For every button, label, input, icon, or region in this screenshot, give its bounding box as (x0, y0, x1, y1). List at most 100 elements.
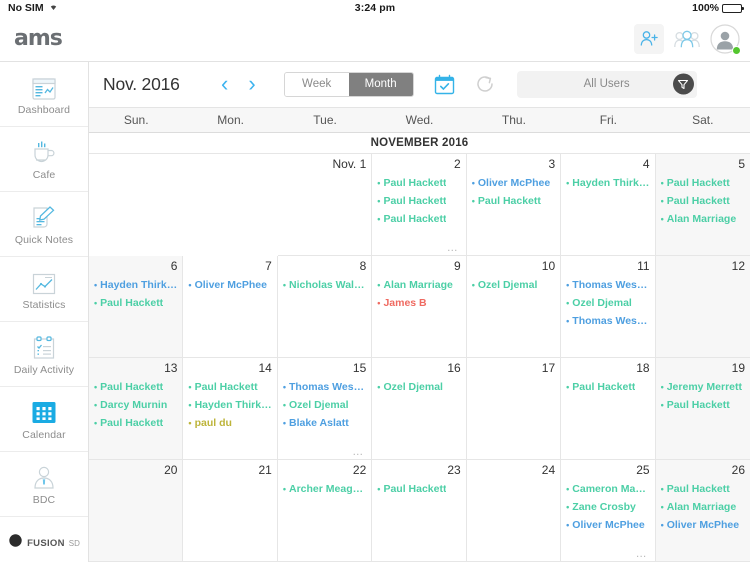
calendar-event[interactable]: •Cameron Macke... (566, 480, 649, 498)
calendar-day-cell[interactable]: 4 • Hayden Thirkell (561, 154, 656, 256)
event-bullet-icon: • (566, 484, 570, 494)
calendar-day-cell[interactable]: 20 (89, 460, 184, 562)
add-user-icon[interactable] (634, 23, 664, 54)
calendar-event[interactable]: • Paul Hackett (472, 192, 555, 210)
calendar-day-cell[interactable]: 14 • Paul Hackett • Hayden Thirkell • paul du (183, 358, 278, 460)
calendar-event[interactable]: • Alan Marriage (661, 498, 745, 516)
calendar-event[interactable]: • Alan Marriage (377, 276, 460, 294)
calendar-day-cell[interactable]: 22 • Archer Meagher (277, 460, 373, 562)
calendar-check-icon[interactable] (434, 74, 455, 95)
calendar-day-cell[interactable]: 10 • Ozel Djemal (466, 256, 562, 358)
calendar-day-cell[interactable]: 13 • Paul Hackett • Darcy Murnin • Paul Hacket… (89, 358, 184, 460)
calendar-main: Nov. 2016 ‹ › Week Month All Users Sun. … (89, 62, 750, 562)
calendar-day-cell[interactable]: 25•Cameron Macke...•Zane Crosby•Oliver M… (561, 460, 656, 562)
sidebar-item-quick-notes[interactable]: Quick Notes (0, 192, 88, 257)
calendar-event[interactable]: • James B (377, 294, 460, 312)
calendar-event[interactable]: • Ozel Djemal (566, 294, 649, 312)
calendar-event[interactable]: • Paul Hackett (661, 480, 745, 498)
user-filter-dropdown[interactable]: All Users (516, 70, 697, 98)
more-events-indicator[interactable]: … (352, 447, 364, 458)
calendar-day-cell[interactable]: 11•Thomas Westgar...•Ozel Djemal•Thomas … (561, 256, 656, 358)
calendar-event[interactable]: • Archer Meagher (283, 480, 366, 498)
more-events-indicator[interactable]: … (636, 549, 648, 560)
calendar-day-cell[interactable]: 15•Thomas Westgar...•Ozel Djemal•Blake A… (277, 358, 373, 460)
users-group-icon[interactable] (672, 24, 702, 54)
sidebar-item-statistics[interactable]: Statistics (0, 257, 88, 322)
calendar-event[interactable]: • Paul Hackett (377, 480, 460, 498)
calendar-event[interactable]: • Nicholas Walcott (283, 276, 366, 294)
calendar-event[interactable]: • Ozel Djemal (283, 396, 366, 414)
calendar-event[interactable]: • Oliver McPhee (661, 516, 745, 534)
sidebar-item-bdc[interactable]: BDC (0, 452, 88, 517)
calendar-event[interactable]: • Paul Hackett (94, 294, 177, 312)
calendar-event[interactable]: • Paul Hackett (661, 174, 745, 192)
sidebar-item-dashboard[interactable]: Dashboard (0, 62, 88, 127)
app-logo: ams (14, 26, 63, 51)
calendar-event[interactable]: • Paul Hackett (566, 378, 649, 396)
calendar-event[interactable]: • Oliver McPhee (188, 276, 271, 294)
calendar-event[interactable]: • Zane Crosby (566, 498, 649, 516)
calendar-day-cell[interactable]: 21 (183, 460, 278, 562)
calendar-event[interactable]: • Paul Hackett (188, 378, 271, 396)
sidebar-item-cafe[interactable]: Cafe (0, 127, 88, 192)
calendar-day-cell[interactable]: 12 (655, 256, 750, 358)
sidebar-item-calendar[interactable]: Calendar (0, 387, 88, 452)
calendar-day-cell[interactable]: 2 • Paul Hackett • Paul Hackett • Paul Hackett… (372, 154, 467, 256)
calendar-event[interactable]: • Alan Marriage (661, 210, 745, 228)
calendar-day-cell[interactable]: 26 • Paul Hackett • Alan Marriage • Oliver McP… (655, 460, 750, 562)
calendar-day-cell[interactable]: 7 • Oliver McPhee (183, 256, 278, 358)
more-events-indicator[interactable]: … (447, 243, 459, 254)
sidebar: Dashboard Cafe Quick Notes Statistics Da… (0, 62, 89, 562)
event-title: Ozel Djemal (383, 381, 443, 393)
calendar-event[interactable]: • Paul Hackett (94, 378, 177, 396)
calendar-grid: Nov. 1 2 • Paul Hackett • Paul Hackett • Paul H… (89, 154, 750, 562)
weekday-sat: Sat. (692, 112, 714, 127)
calendar-day-cell[interactable]: Nov. 1 (277, 154, 373, 256)
calendar-day-cell[interactable]: 24 (466, 460, 562, 562)
calendar-event[interactable]: • Paul Hackett (377, 210, 460, 228)
calendar-event[interactable]: • Paul Hackett (377, 174, 460, 192)
calendar-event[interactable]: •Thomas Westgar... (566, 276, 649, 294)
profile-avatar[interactable] (710, 23, 741, 55)
calendar-day-cell[interactable]: 23 • Paul Hackett (372, 460, 467, 562)
funnel-icon[interactable] (672, 73, 694, 95)
sidebar-item-daily-activity[interactable]: Daily Activity (0, 322, 88, 387)
calendar-event[interactable]: • Oliver McPhee (566, 516, 649, 534)
calendar-event[interactable]: • Hayden Thirkell (188, 396, 271, 414)
calendar-day-cell[interactable]: 3 • Oliver McPhee • Paul Hackett (466, 154, 562, 256)
calendar-event[interactable]: • Blake Aslatt (283, 414, 366, 432)
tab-week[interactable]: Week (284, 72, 349, 96)
calendar-event[interactable]: • paul du (188, 414, 271, 432)
calendar-event[interactable]: • Paul Hackett (661, 396, 745, 414)
calendar-event[interactable]: • Jeremy Merrett (661, 378, 745, 396)
calendar-event[interactable]: • Darcy Murnin (94, 396, 177, 414)
weekday-tue: Tue. (313, 112, 337, 127)
prev-month-button[interactable]: ‹ (221, 73, 228, 95)
next-month-button[interactable]: › (248, 73, 255, 95)
calendar-event[interactable]: •Thomas Westgar... (283, 378, 366, 396)
calendar-day-cell[interactable]: 5 • Paul Hackett • Paul Hackett • Alan Marriag… (655, 154, 750, 256)
calendar-event[interactable]: • Paul Hackett (661, 192, 745, 210)
event-bullet-icon: • (282, 400, 286, 410)
calendar-event[interactable]: • Oliver McPhee (472, 174, 555, 192)
day-number: 5 (738, 157, 745, 171)
refresh-icon[interactable] (475, 74, 495, 94)
calendar-event[interactable]: • Paul Hackett (377, 192, 460, 210)
calendar-event[interactable]: •Thomas Westgar... (566, 312, 649, 330)
calendar-event[interactable]: • Paul Hackett (94, 414, 177, 432)
calendar-day-cell[interactable]: 9 • Alan Marriage • James B (372, 256, 467, 358)
tab-month[interactable]: Month (348, 72, 413, 96)
calendar-day-cell[interactable]: 17 (466, 358, 562, 460)
calendar-day-cell[interactable]: 19 • Jeremy Merrett • Paul Hackett (655, 358, 750, 460)
calendar-event[interactable]: • Hayden Thirkell (94, 276, 177, 294)
calendar-day-cell[interactable]: 18 • Paul Hackett (561, 358, 656, 460)
calendar-event[interactable]: • Ozel Djemal (377, 378, 460, 396)
calendar-day-cell[interactable]: 8 • Nicholas Walcott (277, 256, 373, 358)
calendar-event[interactable]: • Ozel Djemal (472, 276, 555, 294)
event-bullet-icon: • (377, 298, 381, 308)
calendar-event[interactable]: • Hayden Thirkell (566, 174, 649, 192)
view-mode-toggle: Week Month (283, 71, 414, 97)
calendar-day-cell[interactable]: 16 • Ozel Djemal (372, 358, 467, 460)
calendar-day-cell[interactable]: 6 • Hayden Thirkell • Paul Hackett (89, 256, 184, 358)
checklist-icon (32, 334, 56, 360)
